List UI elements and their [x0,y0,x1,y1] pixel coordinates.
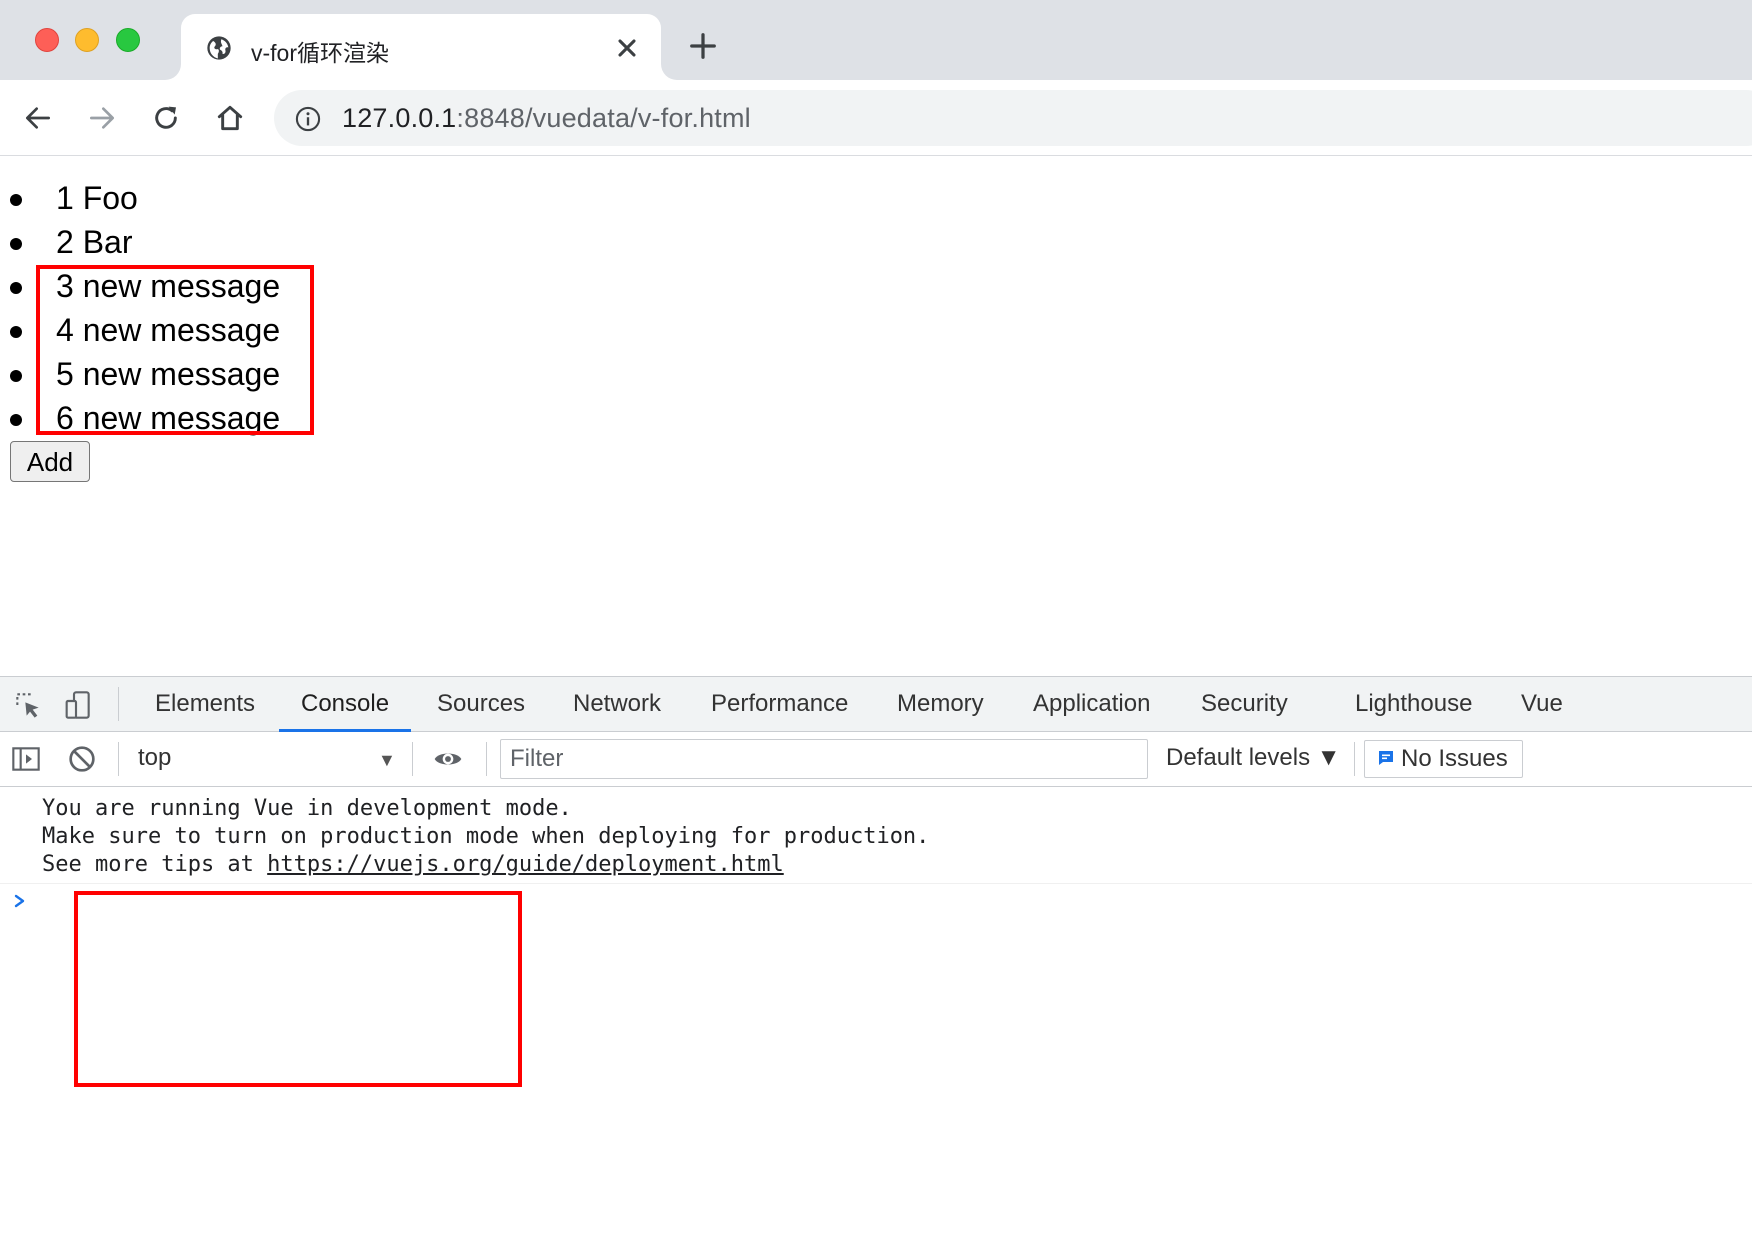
devtools-tab-bar: Elements Console Sources Network Perform… [0,677,1752,732]
globe-icon [207,36,231,60]
tab-elements[interactable]: Elements [155,677,255,731]
list-item-text: 2 Bar [56,224,133,260]
console-prompt-chevron-icon[interactable] [12,891,28,911]
toolbar-divider [412,742,413,776]
close-window-button[interactable] [35,28,59,52]
browser-tab-active[interactable]: v-for循环渲染 [181,14,661,80]
annotation-highlight-box [74,891,522,1087]
issues-button[interactable]: No Issues [1364,740,1523,778]
log-divider [0,883,1752,884]
dropdown-triangle-icon[interactable]: ▼ [378,750,396,771]
tab-sources[interactable]: Sources [437,677,525,731]
console-filter-input[interactable] [500,739,1148,779]
minimize-window-button[interactable] [75,28,99,52]
context-selector[interactable]: top [138,744,171,772]
deployment-guide-link[interactable]: https://vuejs.org/guide/deployment.html [267,852,784,877]
devtools-panel: Elements Console Sources Network Perform… [0,676,1752,1249]
tab-memory[interactable]: Memory [897,677,984,731]
address-bar[interactable]: 127.0.0.1:8848/vuedata/v-for.html [274,90,1752,146]
log-line-prefix: See more tips at [42,852,268,877]
console-filter-bar: top ▼ Default levels ▼ No Issues [0,732,1752,787]
toolbar-divider [118,687,119,721]
tab-vue[interactable]: Vue [1521,677,1563,731]
bullet [10,414,22,426]
tab-security[interactable]: Security [1201,677,1288,731]
console-log-message: You are running Vue in development mode.… [42,795,929,879]
url-path: :8848/vuedata/v-for.html [456,103,751,133]
site-info-icon[interactable] [294,105,322,133]
bullet [10,194,22,206]
back-arrow-icon[interactable] [22,102,54,134]
close-tab-icon[interactable] [613,34,641,62]
log-line: Make sure to turn on production mode whe… [42,824,930,849]
list-item-text: 6 new message [56,400,281,436]
bullet [10,326,22,338]
bullet [10,238,22,250]
new-tab-icon[interactable] [688,31,718,61]
tab-network[interactable]: Network [573,677,661,731]
add-button[interactable]: Add [10,441,90,482]
tab-title: v-for循环渲染 [251,40,389,66]
log-line: You are running Vue in development mode. [42,796,572,821]
url-host: 127.0.0.1 [342,103,457,133]
console-output: You are running Vue in development mode.… [0,787,1752,1249]
list-item-text: 1 Foo [56,180,138,216]
home-icon[interactable] [214,102,246,134]
browser-tab-strip: v-for循环渲染 [0,0,1752,80]
browser-toolbar: 127.0.0.1:8848/vuedata/v-for.html [0,80,1752,156]
log-levels-dropdown[interactable]: Default levels ▼ [1166,744,1341,772]
device-toolbar-icon[interactable] [62,689,94,721]
bullet [10,370,22,382]
clear-console-icon[interactable] [66,743,98,775]
list-item-text: 5 new message [56,356,281,392]
message-icon [1379,750,1393,765]
forward-arrow-icon[interactable] [86,102,118,134]
bullet [10,282,22,294]
toolbar-divider [486,742,487,776]
reload-icon[interactable] [150,102,182,134]
list-item-text: 3 new message [56,268,281,304]
live-expression-eye-icon[interactable] [432,743,464,775]
tab-application[interactable]: Application [1033,677,1150,731]
tab-performance[interactable]: Performance [711,677,848,731]
tab-console[interactable]: Console [278,677,412,732]
toolbar-divider [1354,742,1355,776]
tab-lighthouse[interactable]: Lighthouse [1355,677,1472,731]
zoom-window-button[interactable] [116,28,140,52]
show-sidebar-icon[interactable] [10,743,42,775]
url-text: 127.0.0.1:8848/vuedata/v-for.html [342,103,751,134]
issues-label: No Issues [1401,745,1508,772]
list-item-text: 4 new message [56,312,281,348]
toolbar-divider [118,742,119,776]
inspect-element-icon[interactable] [12,689,44,721]
page-content: 1 Foo 2 Bar 3 new message 4 new message … [0,156,1752,676]
